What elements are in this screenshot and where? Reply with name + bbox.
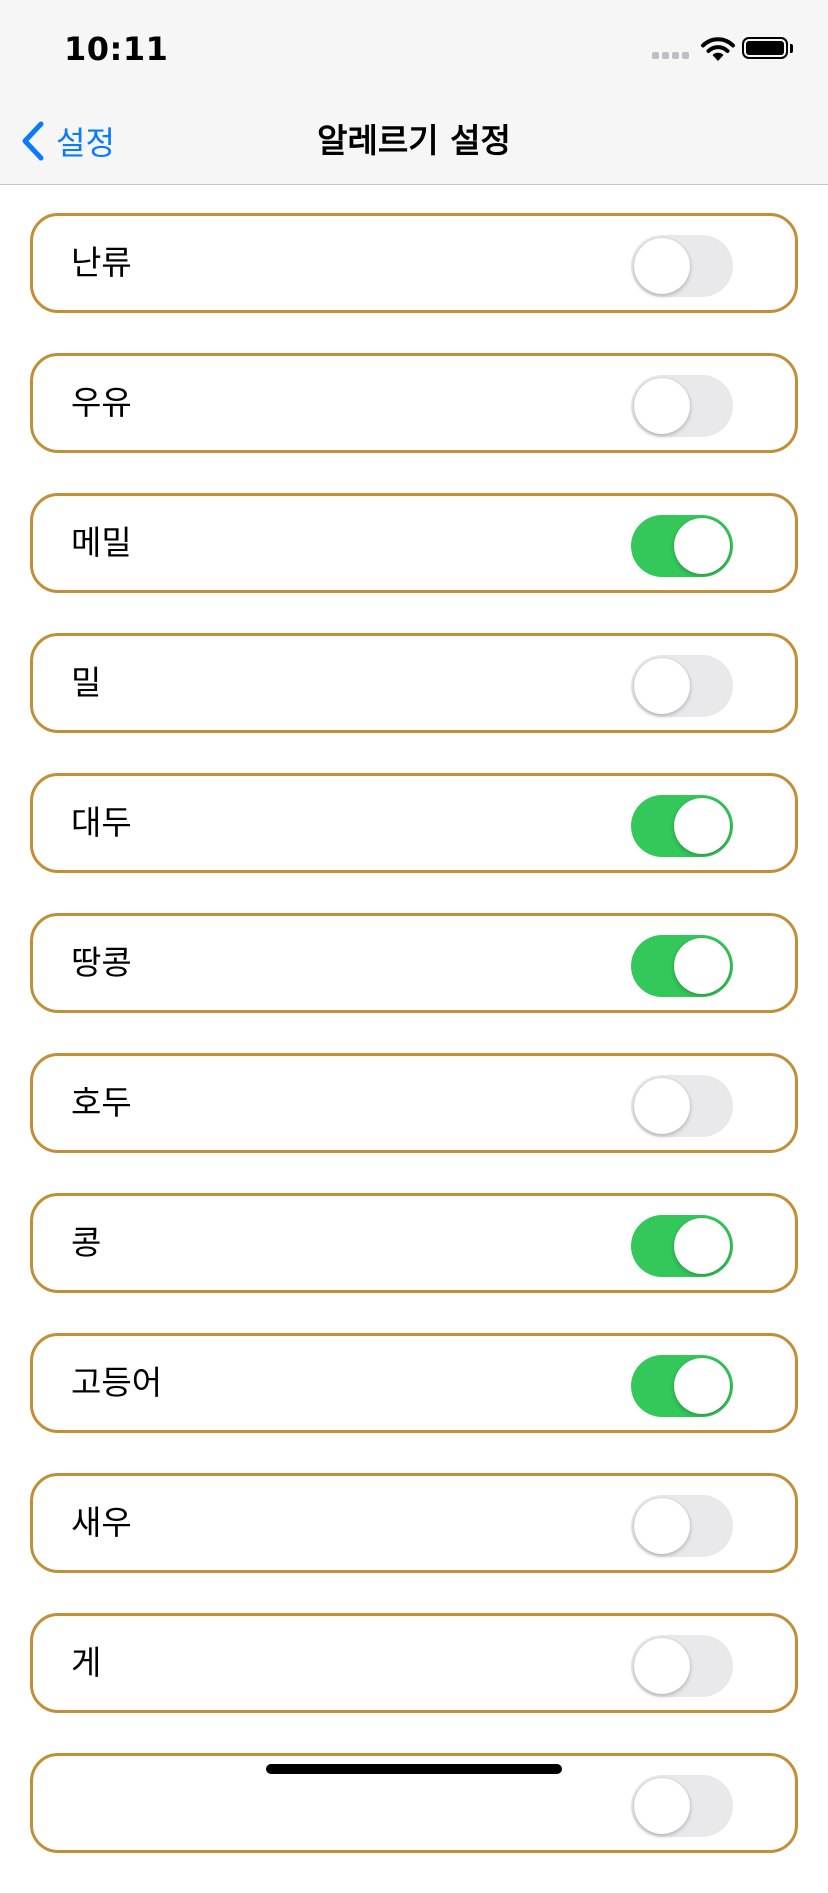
allergy-label: 밀 [71, 663, 102, 702]
allergy-row-mackerel: 고등어 [30, 1333, 798, 1433]
allergy-row-shrimp: 새우 [30, 1473, 798, 1573]
battery-icon [742, 37, 788, 59]
allergy-row-soybean: 대두 [30, 773, 798, 873]
allergy-row-egg: 난류 [30, 213, 798, 313]
allergy-label: 땅콩 [71, 943, 132, 982]
allergy-toggle[interactable] [631, 1775, 733, 1837]
allergy-toggle[interactable] [631, 375, 733, 437]
allergy-label: 호두 [71, 1083, 132, 1122]
allergy-label: 메밀 [71, 523, 132, 562]
allergy-row-wheat: 밀 [30, 633, 798, 733]
home-indicator [266, 1764, 562, 1774]
wifi-icon [701, 37, 735, 61]
allergy-toggle[interactable] [631, 1075, 733, 1137]
allergy-row-bean: 콩 [30, 1193, 798, 1293]
allergy-row-crab: 게 [30, 1613, 798, 1713]
allergy-label: 새우 [71, 1503, 132, 1542]
allergy-list: 난류 우유 메밀 밀 대두 땅콩 호두 콩 고등어 새우 게 [30, 213, 798, 1893]
allergy-row-walnut: 호두 [30, 1053, 798, 1153]
allergy-toggle[interactable] [631, 1495, 733, 1557]
page-title: 알레르기 설정 [317, 121, 511, 160]
allergy-toggle[interactable] [631, 235, 733, 297]
allergy-toggle[interactable] [631, 515, 733, 577]
allergy-toggle[interactable] [631, 1635, 733, 1697]
allergy-toggle[interactable] [631, 935, 733, 997]
allergy-label: 콩 [71, 1223, 102, 1262]
status-icons [652, 34, 793, 64]
cellular-signal-icon [652, 52, 692, 60]
navigation-header: 10:11 설정 알레르기 설정 [0, 0, 828, 185]
allergy-label: 대두 [71, 803, 132, 842]
allergy-label: 게 [71, 1643, 102, 1682]
allergy-row-peanut: 땅콩 [30, 913, 798, 1013]
allergy-row-buckwheat: 메밀 [30, 493, 798, 593]
allergy-toggle[interactable] [631, 1355, 733, 1417]
allergy-toggle[interactable] [631, 655, 733, 717]
allergy-toggle[interactable] [631, 1215, 733, 1277]
status-time: 10:11 [64, 30, 169, 68]
allergy-label: 고등어 [71, 1363, 163, 1402]
allergy-row-milk: 우유 [30, 353, 798, 453]
allergy-toggle[interactable] [631, 795, 733, 857]
allergy-label: 난류 [71, 243, 132, 282]
allergy-label: 우유 [71, 383, 132, 422]
